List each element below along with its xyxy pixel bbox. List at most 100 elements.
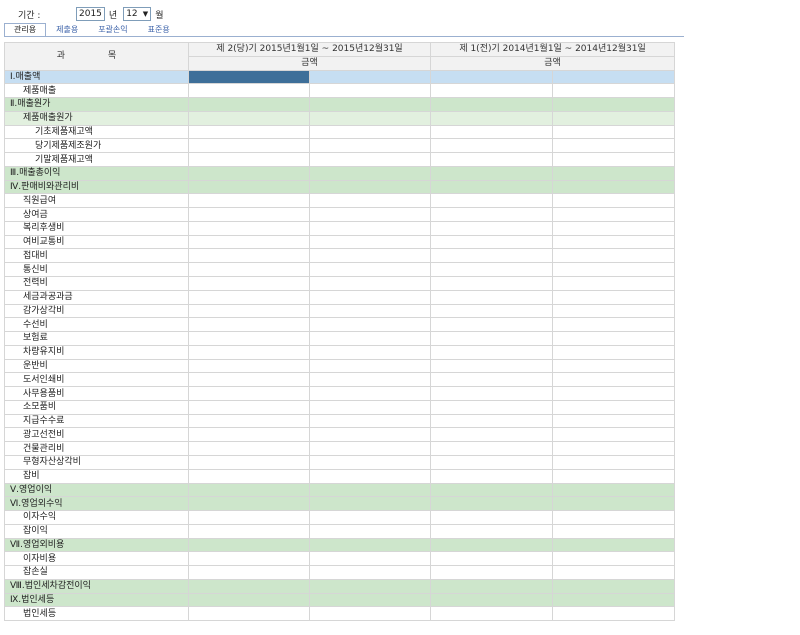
- prior-amount-cell[interactable]: [430, 399, 554, 415]
- current-amount-cell[interactable]: [308, 110, 432, 126]
- prior-amount-cell[interactable]: [552, 69, 676, 85]
- current-amount-cell[interactable]: [188, 234, 310, 250]
- current-amount-cell[interactable]: [188, 386, 310, 401]
- prior-amount-cell[interactable]: [430, 496, 554, 512]
- current-amount-cell[interactable]: [188, 262, 310, 278]
- account-name-cell[interactable]: 기말제품재고액: [4, 152, 189, 167]
- prior-amount-cell[interactable]: [430, 152, 554, 167]
- current-amount-cell[interactable]: [188, 179, 310, 195]
- current-amount-cell[interactable]: [188, 551, 310, 567]
- account-name-cell[interactable]: Ⅱ.매출원가: [4, 97, 189, 112]
- prior-amount-cell[interactable]: [430, 427, 554, 443]
- current-amount-cell[interactable]: [188, 427, 310, 443]
- table-row[interactable]: Ⅲ.매출총이익: [4, 165, 676, 181]
- account-name-cell[interactable]: 직원급여: [4, 193, 189, 209]
- current-amount-cell[interactable]: [308, 124, 432, 140]
- account-name-cell[interactable]: 보험료: [4, 331, 189, 346]
- current-amount-cell[interactable]: [188, 165, 310, 181]
- year-input[interactable]: 2015: [76, 7, 105, 21]
- prior-amount-cell[interactable]: [552, 262, 676, 278]
- current-amount-cell[interactable]: [188, 399, 310, 415]
- current-amount-cell[interactable]: [188, 523, 310, 539]
- account-name-cell[interactable]: 이자수익: [4, 510, 189, 525]
- prior-amount-cell[interactable]: [552, 427, 676, 443]
- account-name-cell[interactable]: 기초제품재고액: [4, 124, 189, 140]
- current-amount-cell[interactable]: [308, 413, 432, 429]
- table-row[interactable]: 광고선전비: [4, 427, 676, 443]
- current-amount-cell[interactable]: [308, 454, 432, 470]
- current-amount-cell[interactable]: [308, 262, 432, 278]
- current-amount-cell[interactable]: [308, 248, 432, 264]
- account-name-cell[interactable]: 사무용품비: [4, 386, 189, 401]
- prior-amount-cell[interactable]: [552, 207, 676, 222]
- prior-amount-cell[interactable]: [552, 152, 676, 167]
- account-name-cell[interactable]: 전력비: [4, 276, 189, 291]
- table-row[interactable]: 당기제품제조원가: [4, 138, 676, 154]
- current-amount-cell[interactable]: [188, 565, 310, 580]
- table-row[interactable]: 소모품비: [4, 399, 676, 415]
- current-amount-cell[interactable]: [308, 537, 432, 553]
- account-name-cell[interactable]: Ⅲ.매출총이익: [4, 165, 189, 181]
- account-name-cell[interactable]: Ⅸ.법인세등: [4, 592, 189, 608]
- current-amount-cell[interactable]: [308, 441, 432, 456]
- current-amount-cell[interactable]: [308, 578, 432, 594]
- prior-amount-cell[interactable]: [430, 454, 554, 470]
- current-amount-cell[interactable]: [188, 468, 310, 484]
- prior-amount-cell[interactable]: [430, 468, 554, 484]
- prior-amount-cell[interactable]: [430, 386, 554, 401]
- current-amount-cell[interactable]: [188, 578, 310, 594]
- prior-amount-cell[interactable]: [430, 510, 554, 525]
- tab-comprehensive-income[interactable]: 포괄손익: [88, 23, 137, 37]
- current-amount-cell[interactable]: [188, 97, 310, 112]
- current-amount-cell[interactable]: [308, 386, 432, 401]
- account-name-cell[interactable]: 지급수수료: [4, 413, 189, 429]
- table-row[interactable]: Ⅴ.영업이익: [4, 482, 676, 498]
- account-name-cell[interactable]: 법인세등: [4, 606, 189, 622]
- current-amount-cell[interactable]: [188, 344, 310, 360]
- prior-amount-cell[interactable]: [552, 565, 676, 580]
- table-row[interactable]: 접대비: [4, 248, 676, 264]
- current-amount-cell[interactable]: [188, 69, 310, 85]
- prior-amount-cell[interactable]: [430, 179, 554, 195]
- prior-amount-cell[interactable]: [552, 578, 676, 594]
- chevron-down-icon[interactable]: ▼: [143, 8, 150, 20]
- prior-amount-cell[interactable]: [430, 358, 554, 374]
- current-amount-cell[interactable]: [188, 317, 310, 333]
- prior-amount-cell[interactable]: [552, 97, 676, 112]
- current-amount-cell[interactable]: [308, 207, 432, 222]
- prior-amount-cell[interactable]: [552, 537, 676, 553]
- current-amount-cell[interactable]: [308, 468, 432, 484]
- account-name-cell[interactable]: Ⅴ.영업이익: [4, 482, 189, 498]
- prior-amount-cell[interactable]: [430, 289, 554, 305]
- current-amount-cell[interactable]: [188, 358, 310, 374]
- prior-amount-cell[interactable]: [430, 262, 554, 278]
- tab-standard[interactable]: 표준용: [138, 23, 180, 37]
- prior-amount-cell[interactable]: [552, 276, 676, 291]
- prior-amount-cell[interactable]: [430, 276, 554, 291]
- prior-amount-cell[interactable]: [430, 234, 554, 250]
- prior-amount-cell[interactable]: [552, 523, 676, 539]
- table-row[interactable]: 감가상각비: [4, 303, 676, 319]
- prior-amount-cell[interactable]: [552, 317, 676, 333]
- table-row[interactable]: 건물관리비: [4, 441, 676, 456]
- table-row[interactable]: 제품매출원가: [4, 110, 676, 126]
- current-amount-cell[interactable]: [308, 69, 432, 85]
- current-amount-cell[interactable]: [188, 496, 310, 512]
- table-row[interactable]: 도서인쇄비: [4, 372, 676, 388]
- account-name-cell[interactable]: 잡손실: [4, 565, 189, 580]
- table-row[interactable]: 수선비: [4, 317, 676, 333]
- prior-amount-cell[interactable]: [430, 537, 554, 553]
- current-amount-cell[interactable]: [308, 510, 432, 525]
- current-amount-cell[interactable]: [188, 138, 310, 154]
- table-row[interactable]: Ⅳ.판매비와관리비: [4, 179, 676, 195]
- current-amount-cell[interactable]: [188, 331, 310, 346]
- current-amount-cell[interactable]: [308, 496, 432, 512]
- account-name-cell[interactable]: 운반비: [4, 358, 189, 374]
- prior-amount-cell[interactable]: [552, 496, 676, 512]
- prior-amount-cell[interactable]: [552, 179, 676, 195]
- prior-amount-cell[interactable]: [430, 124, 554, 140]
- tab-submission[interactable]: 제출용: [46, 23, 88, 37]
- current-amount-cell[interactable]: [308, 276, 432, 291]
- current-amount-cell[interactable]: [308, 152, 432, 167]
- prior-amount-cell[interactable]: [430, 317, 554, 333]
